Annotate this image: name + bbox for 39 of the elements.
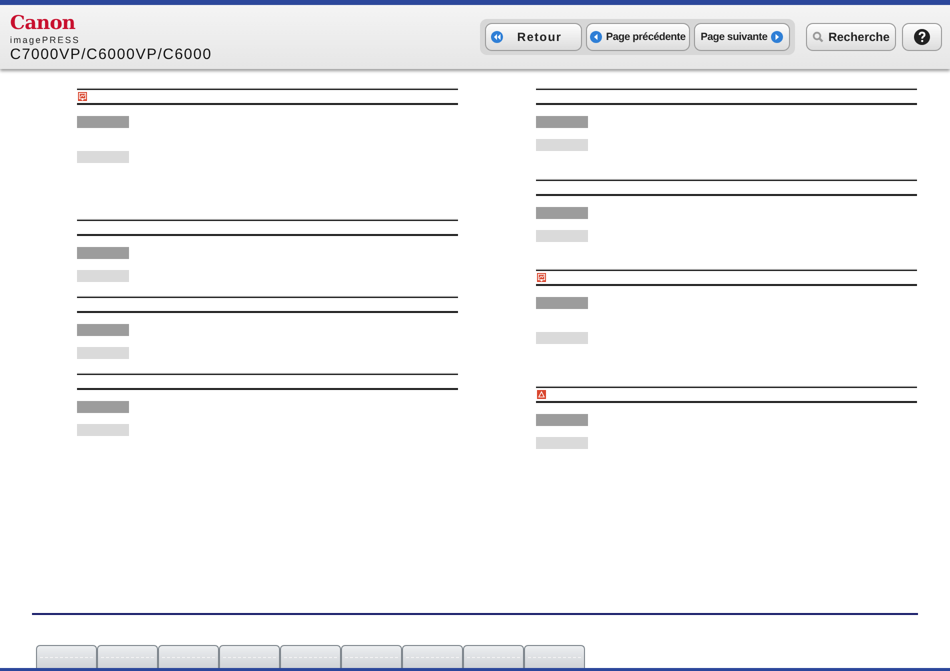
chapter-tab[interactable] [280, 645, 341, 668]
chapter-tab[interactable] [219, 645, 280, 668]
help-button[interactable] [902, 23, 942, 51]
label-bar [536, 139, 588, 151]
label-bar [77, 247, 129, 259]
chapter-tab[interactable] [341, 645, 402, 668]
picture-icon [78, 92, 87, 101]
warning-icon [537, 390, 546, 399]
chapter-tab[interactable] [158, 645, 219, 668]
product-line: imagePRESS [10, 34, 82, 46]
help-icon [914, 29, 930, 45]
search-button[interactable]: Recherche [806, 23, 896, 51]
label-bar [77, 270, 129, 282]
label-bar [536, 332, 588, 344]
label-bar [536, 116, 588, 128]
chapter-tab[interactable] [402, 645, 463, 668]
label-bar [77, 151, 129, 163]
label-bar [77, 116, 129, 128]
label-bar [77, 401, 129, 413]
label-bar [536, 207, 588, 219]
model-names: C7000VP/C6000VP/C6000 [10, 46, 213, 64]
label-bar [77, 424, 129, 436]
search-icon [812, 31, 824, 43]
brand-logo: Canon [10, 12, 76, 32]
chapter-tab[interactable] [36, 645, 97, 668]
rewind-icon [491, 31, 503, 43]
next-page-button[interactable]: Page suivante [694, 23, 790, 51]
label-bar [536, 297, 588, 309]
label-bar [536, 230, 588, 242]
chapter-tab[interactable] [463, 645, 524, 668]
label-bar [536, 414, 588, 426]
previous-page-button[interactable]: Page précédente [586, 23, 690, 51]
label-bar [77, 347, 129, 359]
picture-icon [537, 273, 546, 282]
label-bar [536, 437, 588, 449]
chapter-tab[interactable] [97, 645, 158, 668]
back-button[interactable]: Retour [485, 23, 582, 51]
chapter-tab[interactable] [524, 645, 585, 668]
label-bar [77, 324, 129, 336]
